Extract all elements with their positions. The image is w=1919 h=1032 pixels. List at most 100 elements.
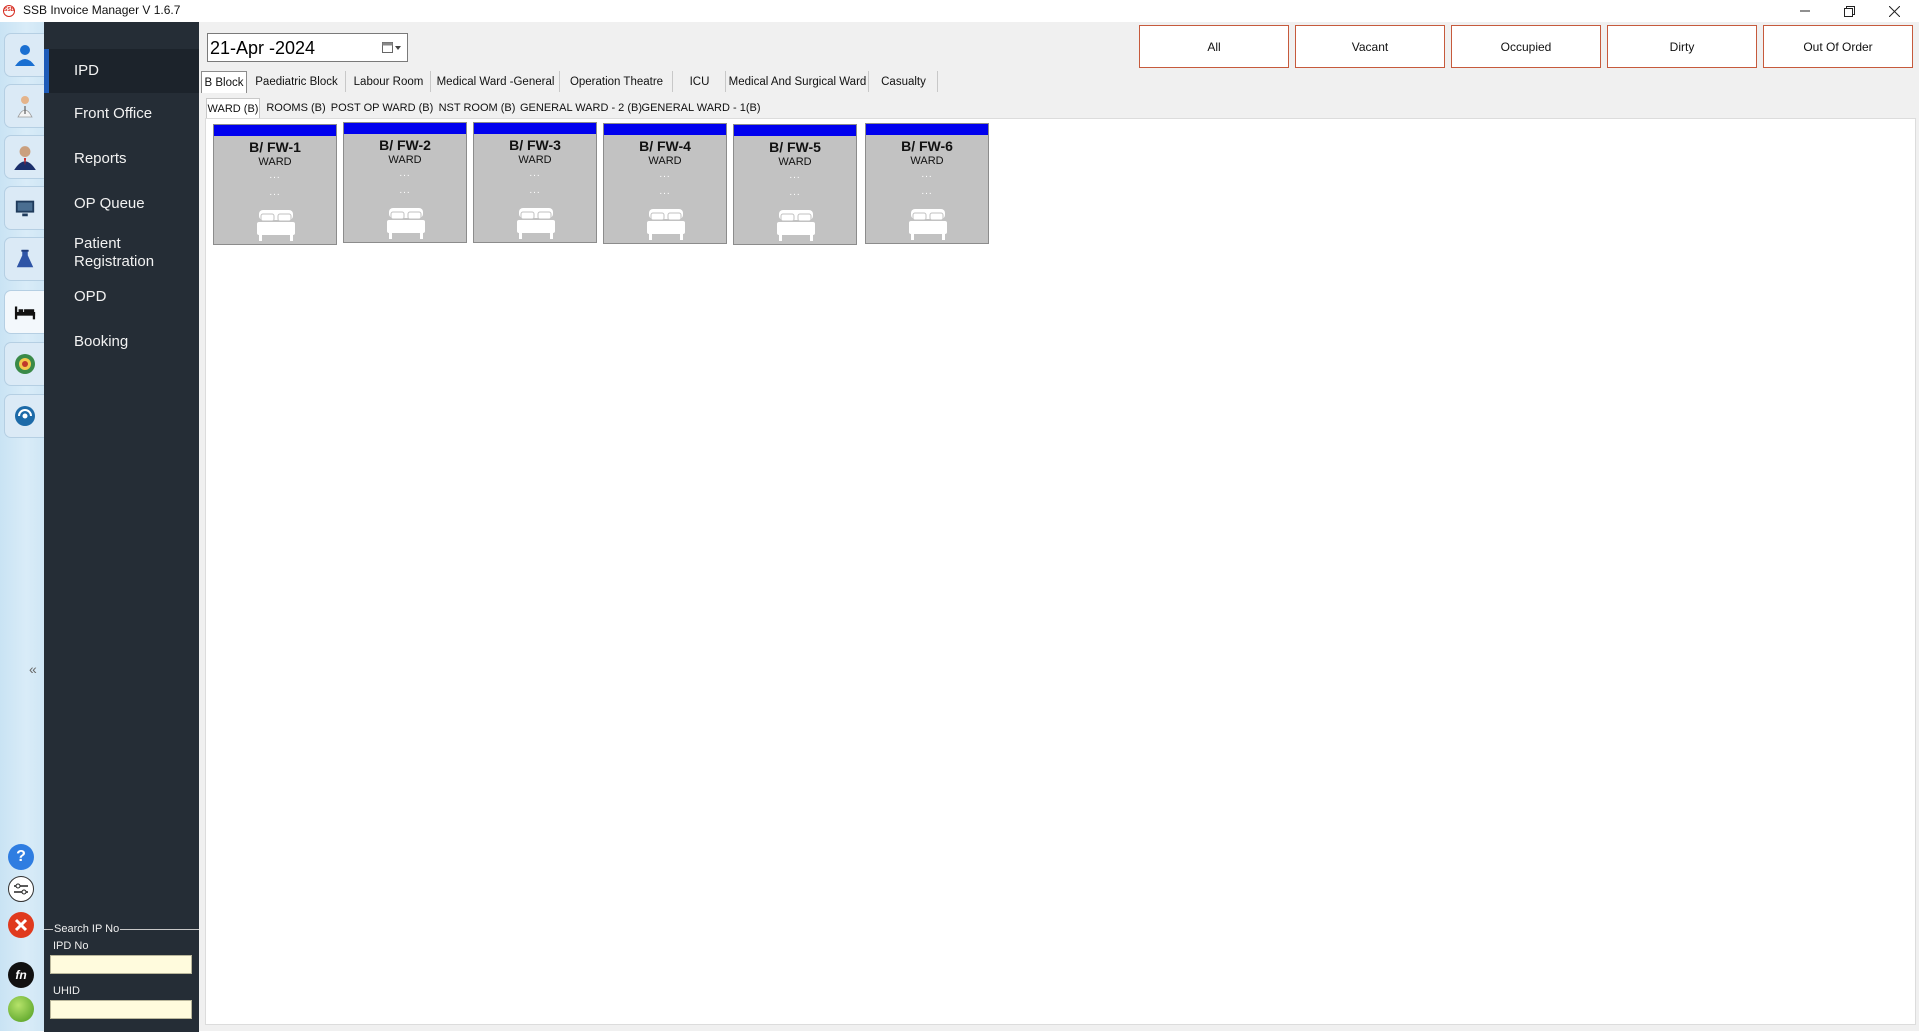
- bed-icon: [517, 208, 555, 239]
- bed-card-fw-6[interactable]: B/ FW-6 WARD ... ...: [865, 123, 989, 244]
- module-patient[interactable]: [4, 33, 44, 77]
- close-button[interactable]: [1872, 0, 1916, 22]
- lab-flask-icon: [16, 249, 33, 268]
- bed-name: B/ FW-5: [769, 139, 821, 155]
- monitor-icon: [15, 200, 34, 217]
- date-picker[interactable]: 21-Apr -2024: [207, 33, 408, 62]
- bed-status-bar: [344, 123, 466, 134]
- ipd-no-input[interactable]: [50, 955, 192, 974]
- nav-item-label: Booking: [74, 333, 129, 350]
- bed-type: WARD: [518, 154, 552, 166]
- sync-icon: [14, 406, 35, 426]
- bed-icon: [909, 209, 947, 240]
- nav-item-front-office[interactable]: Front Office: [44, 105, 199, 129]
- bed-patient-line: ...: [399, 168, 411, 179]
- bed-icon: [14, 306, 35, 320]
- bed-card-fw-5[interactable]: B/ FW-5 WARD ... ...: [733, 124, 857, 245]
- tab-rooms-b[interactable]: ROOMS (B): [262, 98, 330, 118]
- nav-item-label: OP Queue: [74, 195, 145, 212]
- restore-button[interactable]: [1827, 0, 1871, 22]
- nav-item-reports[interactable]: Reports: [44, 150, 199, 174]
- bed-status-bar: [866, 124, 988, 135]
- module-monitor[interactable]: [4, 186, 44, 230]
- nav-item-label: Reports: [74, 150, 127, 167]
- filter-all-button[interactable]: All: [1139, 25, 1289, 68]
- bed-name: B/ FW-6: [901, 138, 953, 154]
- module-ipd-beds[interactable]: [4, 290, 44, 334]
- tab-paediatric-block[interactable]: Paediatric Block: [248, 71, 346, 92]
- bed-detail-line: ...: [529, 185, 541, 196]
- nav-item-booking[interactable]: Booking: [44, 333, 199, 357]
- filter-dirty-button[interactable]: Dirty: [1607, 25, 1757, 68]
- tab-operation-theatre[interactable]: Operation Theatre: [561, 71, 673, 92]
- uhid-input[interactable]: [50, 1000, 192, 1019]
- tab-ward-b[interactable]: WARD (B): [206, 98, 260, 118]
- collapse-sidebar-button[interactable]: «: [29, 661, 37, 677]
- nav-item-op-queue[interactable]: OP Queue: [44, 195, 199, 219]
- bed-status-bar: [734, 125, 856, 136]
- module-doctor[interactable]: [4, 84, 44, 128]
- patient-icon: [14, 45, 35, 66]
- tab-medical-ward-general[interactable]: Medical Ward -General: [432, 71, 560, 92]
- nav-item-label: Patient: [74, 235, 121, 252]
- filter-occupied-button[interactable]: Occupied: [1451, 25, 1601, 68]
- date-value: 21-Apr -2024: [210, 38, 316, 58]
- module-lab[interactable]: [4, 237, 44, 281]
- title-bar: SSB SSB Invoice Manager V 1.6.7: [0, 0, 1919, 22]
- nav-item-patient-registration[interactable]: Patient Registration: [44, 235, 199, 275]
- settings-button[interactable]: [8, 876, 34, 902]
- bed-card-fw-3[interactable]: B/ FW-3 WARD ... ...: [473, 122, 597, 243]
- filter-out-of-order-button[interactable]: Out Of Order: [1763, 25, 1913, 68]
- tab-b-block[interactable]: B Block: [201, 71, 247, 93]
- exit-icon: [14, 918, 28, 932]
- staff-icon: [13, 146, 36, 170]
- exit-button[interactable]: [8, 912, 34, 938]
- bed-icon: [777, 210, 815, 241]
- bed-detail-line: ...: [921, 186, 933, 197]
- minimize-button[interactable]: [1783, 0, 1827, 22]
- help-button[interactable]: ?: [8, 844, 34, 870]
- fn-icon: fn: [15, 968, 27, 982]
- tab-general-ward-2-b[interactable]: GENERAL WARD - 2 (B): [520, 98, 642, 118]
- search-ip-group: Search IP No IPD No UHID: [44, 923, 199, 1032]
- bed-icon: [387, 208, 425, 239]
- tab-post-op-ward-b[interactable]: POST OP WARD (B): [331, 98, 433, 118]
- help-icon: ?: [16, 848, 26, 865]
- bed-patient-line: ...: [529, 168, 541, 179]
- bed-type: WARD: [910, 155, 944, 167]
- pharmacy-icon: [14, 354, 35, 374]
- bed-name: B/ FW-1: [249, 139, 301, 155]
- tab-nst-room-b[interactable]: NST ROOM (B): [434, 98, 520, 118]
- nav-item-opd[interactable]: OPD: [44, 288, 199, 312]
- module-staff[interactable]: [4, 135, 44, 179]
- status-button[interactable]: [8, 996, 34, 1022]
- tab-general-ward-1-b[interactable]: GENERAL WARD - 1(B): [642, 98, 761, 118]
- nav-item-ipd[interactable]: IPD: [44, 49, 199, 93]
- nav-item-label-line2: Registration: [74, 253, 155, 270]
- module-sync[interactable]: [4, 394, 44, 438]
- close-icon: [1888, 5, 1900, 17]
- tab-labour-room[interactable]: Labour Room: [347, 71, 431, 92]
- uhid-label: UHID: [53, 985, 80, 997]
- tab-icu[interactable]: ICU: [674, 71, 726, 92]
- bed-card-fw-2[interactable]: B/ FW-2 WARD ... ...: [343, 122, 467, 243]
- tab-medical-and-surgical-ward[interactable]: Medical And Surgical Ward: [727, 71, 869, 92]
- bed-name: B/ FW-2: [379, 137, 431, 153]
- bed-type: WARD: [258, 156, 292, 168]
- window-title: SSB Invoice Manager V 1.6.7: [23, 3, 181, 17]
- bed-icon: [647, 209, 685, 240]
- main-nav: IPD Front Office Reports OP Queue Patien…: [44, 22, 199, 1032]
- minimize-icon: [1800, 10, 1810, 12]
- filter-vacant-button[interactable]: Vacant: [1295, 25, 1445, 68]
- calendar-dropdown-icon[interactable]: [382, 42, 402, 54]
- bed-icon: [257, 210, 295, 241]
- bed-card-fw-4[interactable]: B/ FW-4 WARD ... ...: [603, 123, 727, 244]
- doctor-icon: [16, 96, 33, 118]
- bed-detail-line: ...: [399, 185, 411, 196]
- fn-button[interactable]: fn: [8, 962, 34, 988]
- tab-casualty[interactable]: Casualty: [870, 71, 938, 92]
- bed-grid-area: [205, 118, 1916, 1025]
- bed-card-fw-1[interactable]: B/ FW-1 WARD ... ...: [213, 124, 337, 245]
- bed-type: WARD: [388, 154, 422, 166]
- module-pharmacy[interactable]: [4, 342, 44, 386]
